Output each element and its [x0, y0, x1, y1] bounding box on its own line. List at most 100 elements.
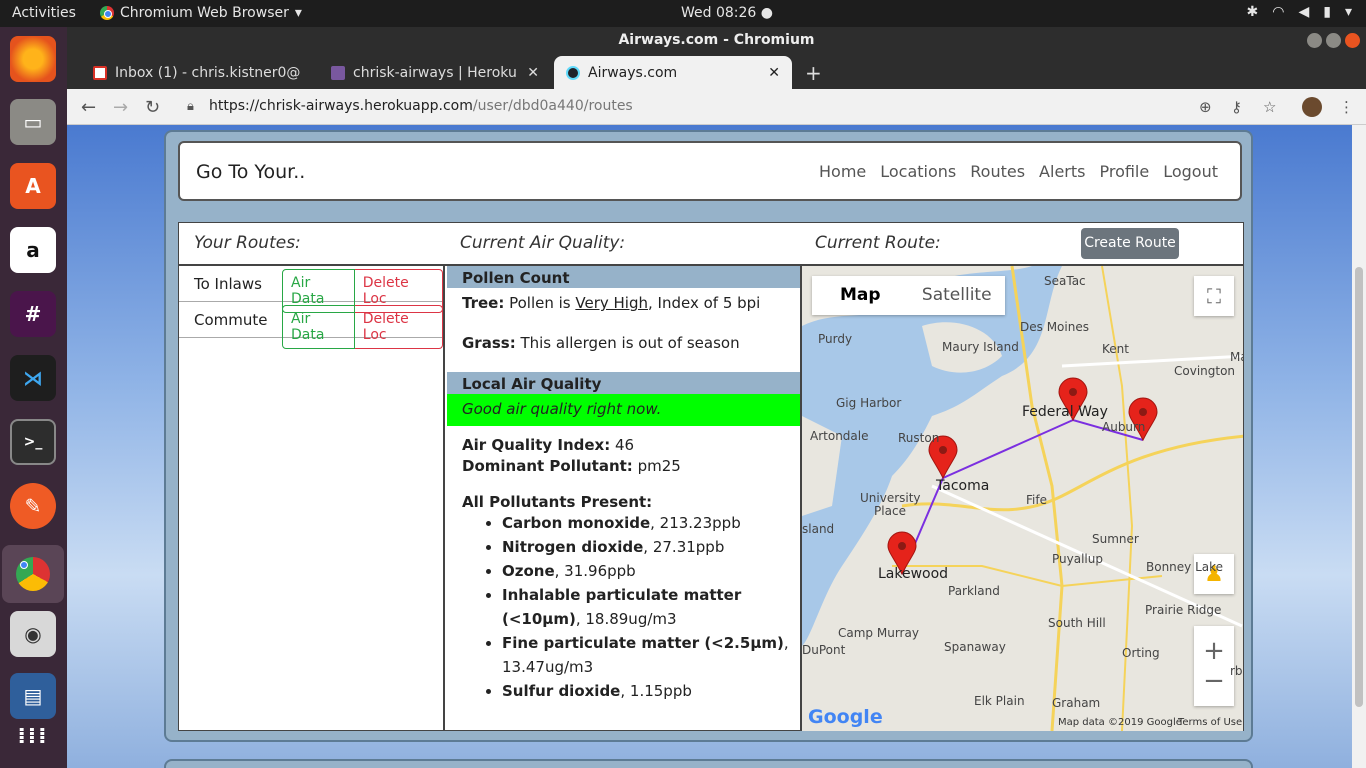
- panel-header: Your Routes: Current Air Quality: Curren…: [179, 223, 1243, 266]
- route-name[interactable]: Commute: [194, 311, 268, 329]
- app-menu-label: Chromium Web Browser: [120, 5, 289, 21]
- nav-logout[interactable]: Logout: [1163, 162, 1218, 181]
- software-center-icon[interactable]: A: [10, 163, 56, 209]
- map-label: DuPont: [802, 643, 846, 657]
- forward-icon[interactable]: →: [113, 97, 128, 118]
- firefox-icon[interactable]: [10, 36, 56, 82]
- map-attribution: Map data ©2019 Google: [1058, 717, 1182, 728]
- close-tab-icon[interactable]: ✕: [527, 65, 539, 81]
- list-item[interactable]: To Inlaws Air Data Delete Loc: [179, 266, 443, 313]
- close-tab-icon[interactable]: ✕: [768, 65, 780, 81]
- window-titlebar[interactable]: Airways.com - Chromium: [67, 27, 1366, 54]
- aqi-value: 46: [610, 436, 635, 454]
- pollutant-value: , 213.23ppb: [650, 514, 741, 532]
- tab-heroku[interactable]: chrisk-airways | Heroku ✕: [319, 56, 551, 89]
- files-icon[interactable]: ▭: [10, 99, 56, 145]
- menu-icon[interactable]: ⋮: [1339, 98, 1354, 116]
- routes-list: To Inlaws Air Data Delete Loc Commute Ai…: [179, 266, 445, 731]
- tree-level: Very High: [575, 294, 648, 312]
- page-scrollbar[interactable]: [1352, 125, 1366, 768]
- nav-home[interactable]: Home: [819, 162, 866, 181]
- air-data-button[interactable]: Air Data: [282, 305, 355, 349]
- grass-label: Grass:: [462, 334, 516, 352]
- speaker-app-icon[interactable]: ◉: [10, 611, 56, 657]
- nav-alerts[interactable]: Alerts: [1039, 162, 1085, 181]
- brand[interactable]: Go To Your..: [196, 161, 305, 183]
- tab-airways[interactable]: Airways.com ✕: [554, 56, 792, 89]
- postman-icon[interactable]: ✎: [10, 483, 56, 529]
- grass-text: This allergen is out of season: [515, 334, 740, 352]
- tab-label: chrisk-airways | Heroku: [353, 64, 517, 81]
- zoom-in-icon[interactable]: +: [1203, 636, 1225, 666]
- chevron-down-icon: ▾: [1344, 4, 1352, 20]
- pollutant-name: Fine particulate matter (<2.5µm): [502, 634, 784, 652]
- tab-gmail[interactable]: Inbox (1) - chris.kistner0@: [81, 56, 313, 89]
- nav-routes[interactable]: Routes: [970, 162, 1025, 181]
- chromium-dock-icon[interactable]: [2, 545, 64, 603]
- clock[interactable]: Wed 08:26 ●: [681, 5, 773, 21]
- pollutant-name: Nitrogen dioxide: [502, 538, 644, 556]
- scrollbar-thumb[interactable]: [1355, 267, 1363, 707]
- url-field[interactable]: https://chrisk-airways.herokuapp.com/use…: [209, 98, 633, 114]
- map-label: Maury Island: [942, 340, 1019, 354]
- wifi-icon: ◠: [1272, 4, 1285, 20]
- location-icon[interactable]: ⊕: [1199, 98, 1212, 116]
- create-route-button[interactable]: Create Route: [1081, 228, 1179, 259]
- route-name[interactable]: To Inlaws: [194, 275, 262, 293]
- marker-dot: [898, 542, 906, 550]
- map-label: Spanaway: [944, 640, 1006, 654]
- marker-dot: [939, 446, 947, 454]
- clock-label: Wed 08:26: [681, 5, 757, 21]
- map-label: rb: [1230, 664, 1243, 678]
- slack-icon[interactable]: #: [10, 291, 56, 337]
- grass-pollen: Grass: This allergen is out of season: [447, 334, 800, 352]
- lock-icon[interactable]: 🔒︎: [187, 99, 194, 114]
- map-toggle-button[interactable]: Map: [812, 276, 909, 315]
- back-icon[interactable]: ←: [81, 97, 96, 118]
- local-air-heading: Local Air Quality: [447, 372, 800, 394]
- pollutant-value: , 31.96ppb: [554, 562, 636, 580]
- reload-icon[interactable]: ↻: [145, 97, 160, 118]
- page-viewport: Go To Your.. Home Locations Routes Alert…: [67, 125, 1366, 768]
- activities-button[interactable]: Activities: [12, 5, 76, 21]
- app-menu[interactable]: Chromium Web Browser ▾: [100, 5, 302, 21]
- map-label: Artondale: [810, 429, 869, 443]
- tab-strip: Inbox (1) - chris.kistner0@ chrisk-airwa…: [67, 54, 1366, 89]
- route-actions: Air Data Delete Loc: [282, 305, 443, 349]
- current-route-heading: Current Route:: [815, 233, 941, 253]
- key-icon[interactable]: ⚷: [1231, 98, 1242, 116]
- terms-of-use-link[interactable]: Terms of Use: [1178, 717, 1242, 728]
- pollutants-label: All Pollutants Present:: [462, 493, 653, 511]
- maximize-icon[interactable]: [1326, 33, 1341, 48]
- list-item[interactable]: Commute Air Data Delete Loc: [179, 302, 443, 349]
- google-logo[interactable]: Google: [808, 706, 883, 728]
- map-label: Graham: [1052, 696, 1101, 710]
- zoom-out-icon[interactable]: −: [1203, 666, 1225, 696]
- terminal-icon[interactable]: >_: [10, 419, 56, 465]
- map-label: Fife: [1026, 493, 1047, 507]
- avatar[interactable]: [1302, 97, 1322, 117]
- close-window-icon[interactable]: [1345, 33, 1360, 48]
- nav-locations[interactable]: Locations: [880, 162, 956, 181]
- map-label: Ma: [1230, 350, 1243, 364]
- slack-tray-icon[interactable]: ✱: [1247, 4, 1259, 20]
- route-map[interactable]: Map Satellite ⛶ ♟ + − SeaTac Purdy Des M…: [800, 266, 1243, 731]
- show-apps-icon[interactable]: ⁞⁞⁞: [10, 713, 56, 759]
- satellite-toggle-button[interactable]: Satellite: [909, 276, 1006, 315]
- nav-profile[interactable]: Profile: [1099, 162, 1149, 181]
- bookmark-star-icon[interactable]: ☆: [1263, 98, 1276, 116]
- minimize-icon[interactable]: [1307, 33, 1322, 48]
- system-top-bar: Activities Chromium Web Browser ▾ Wed 08…: [0, 0, 1366, 27]
- map-label: Des Moines: [1020, 320, 1089, 334]
- delete-loc-button[interactable]: Delete Loc: [354, 305, 443, 349]
- system-tray[interactable]: ✱ ◠ ◀ ▮ ▾: [1247, 4, 1352, 20]
- window-controls: [1307, 33, 1360, 48]
- map-label: Sumner: [1092, 532, 1139, 546]
- fullscreen-icon[interactable]: ⛶: [1194, 276, 1234, 316]
- dominant-line: Dominant Pollutant: pm25: [447, 457, 800, 475]
- marker-dot: [1069, 388, 1077, 396]
- map-label: SeaTac: [1044, 274, 1086, 288]
- amazon-icon[interactable]: a: [10, 227, 56, 273]
- vscode-icon[interactable]: ⋊: [10, 355, 56, 401]
- new-tab-icon[interactable]: +: [805, 61, 822, 85]
